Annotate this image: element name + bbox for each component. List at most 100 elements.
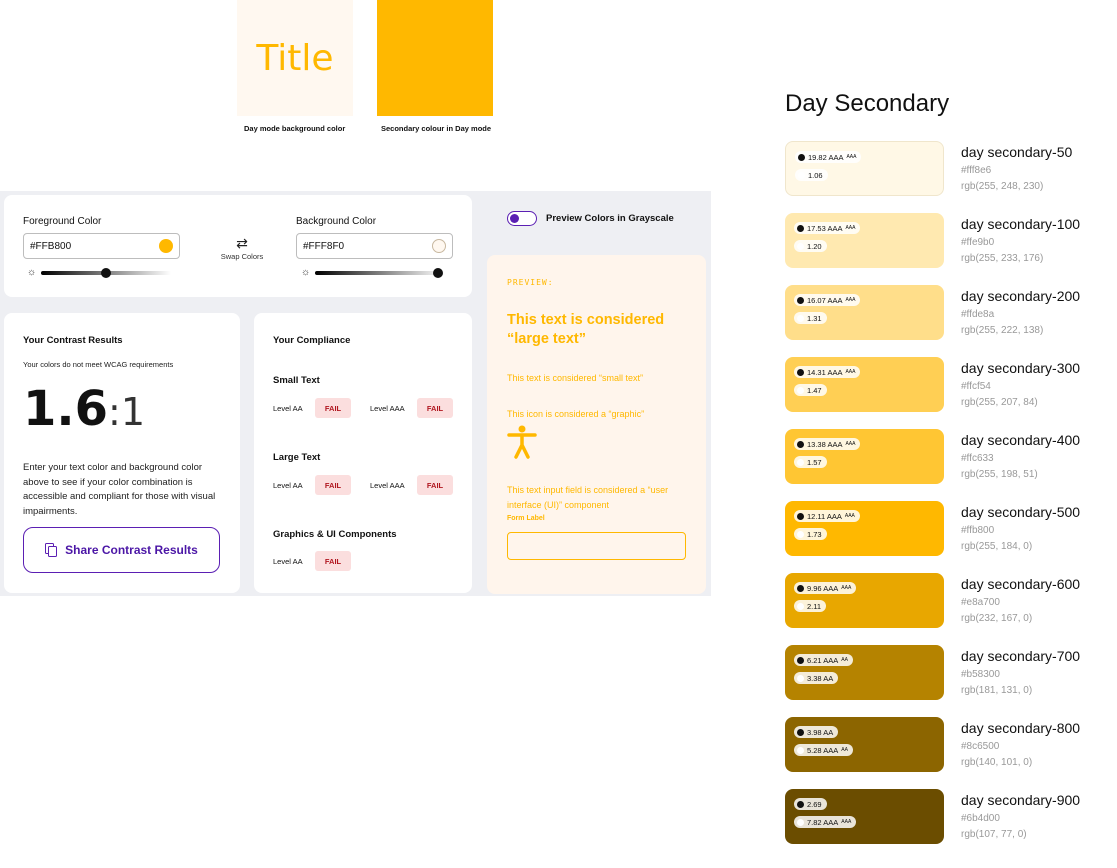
dark-text-contrast-chip: 19.82 AAA AAA <box>795 151 862 163</box>
palette-swatch[interactable]: 3.98 AA 5.28 AAA AA <box>785 717 944 772</box>
contrast-ratio-text: 6.21 AAA <box>807 655 839 665</box>
results-status: Your colors do not meet WCAG requirement… <box>23 360 174 369</box>
palette-swatch[interactable]: 2.69 7.82 AAA AAA <box>785 789 944 844</box>
swatch-rgb: rgb(255, 198, 51) <box>961 469 1038 480</box>
background-input[interactable]: #FFF8F0 <box>296 233 453 259</box>
sun-icon: ☼ <box>27 267 37 278</box>
title-sample: Title <box>256 37 334 79</box>
contrast-ratio-text: 2.11 <box>807 601 822 611</box>
contrast-dot-icon <box>797 512 804 520</box>
dark-text-contrast-chip: 14.31 AAA AAA <box>794 366 861 378</box>
palette-swatch[interactable]: 9.96 AAA AAA 2.11 <box>785 573 944 628</box>
foreground-value: #FFB800 <box>30 240 72 252</box>
contrast-checker: Foreground Color #FFB800 ☼ ⇄ Swap Colors… <box>0 191 711 596</box>
swatch-rgb: rgb(255, 184, 0) <box>961 541 1033 552</box>
grayscale-toggle[interactable] <box>507 211 537 226</box>
swap-colors-button[interactable]: ⇄ Swap Colors <box>211 236 273 261</box>
palette-swatch[interactable]: 19.82 AAA AAA 1.06 <box>785 141 944 196</box>
preview-small-text: This text is considered “small text” <box>507 373 644 383</box>
swatch-hex: #ffe9b0 <box>961 237 995 248</box>
swatch-caption-bg: Day mode background color <box>244 124 346 133</box>
grayscale-toggle-label: Preview Colors in Grayscale <box>546 213 674 224</box>
swatch-name: day secondary-800 <box>961 720 1081 736</box>
share-label: Share Contrast Results <box>65 543 198 557</box>
contrast-ratio-text: 2.69 <box>807 799 822 809</box>
swap-label: Swap Colors <box>220 252 264 261</box>
preview-form-label: Form Label <box>507 515 545 522</box>
contrast-dot-icon <box>797 440 804 448</box>
swatch-name: day secondary-50 <box>961 144 1073 160</box>
background-value: #FFF8F0 <box>303 240 345 252</box>
dark-text-contrast-chip: 2.69 <box>794 798 827 810</box>
swatch-hex: #8c6500 <box>961 741 1000 752</box>
contrast-dot-icon <box>797 368 804 376</box>
foreground-color-dot[interactable] <box>159 239 173 253</box>
light-text-contrast-chip: 3.38 AA <box>794 672 839 684</box>
graphics-aa-label: Level AA <box>273 557 303 566</box>
contrast-ratio: 1.6:1 <box>23 381 146 437</box>
swatch-hex: #ffc633 <box>961 453 994 464</box>
slider-track[interactable] <box>315 268 446 278</box>
dark-text-contrast-chip: 3.98 AA <box>794 726 839 738</box>
graphics-heading: Graphics & UI Components <box>273 529 397 540</box>
contrast-ratio-text: 14.31 AAA <box>807 367 843 377</box>
compliance-card: Your Compliance Small Text Level AA FAIL… <box>254 313 472 593</box>
rating-superscript: AA <box>841 657 848 663</box>
light-text-contrast-chip: 1.20 <box>794 240 827 252</box>
palette-swatch[interactable]: 6.21 AAA AA 3.38 AA <box>785 645 944 700</box>
preview-label: PREVIEW: <box>507 278 554 287</box>
contrast-ratio-text: 3.38 AA <box>807 673 834 683</box>
light-text-contrast-chip: 1.31 <box>794 312 827 324</box>
contrast-dot-icon <box>797 314 804 322</box>
rating-superscript: AAA <box>846 154 857 160</box>
slider-thumb[interactable] <box>433 268 444 278</box>
light-text-contrast-chip: 1.47 <box>794 384 827 396</box>
foreground-input[interactable]: #FFB800 <box>23 233 180 259</box>
slider-track[interactable] <box>41 268 172 278</box>
contrast-dot-icon <box>797 818 804 826</box>
share-results-button[interactable]: Share Contrast Results <box>23 527 220 573</box>
swatch-name: day secondary-400 <box>961 432 1081 448</box>
palette-swatch[interactable]: 16.07 AAA AAA 1.31 <box>785 285 944 340</box>
contrast-dot-icon <box>797 224 804 232</box>
dark-text-contrast-chip: 12.11 AAA AAA <box>794 510 860 522</box>
contrast-dot-icon <box>798 171 805 179</box>
swatch-rgb: rgb(107, 77, 0) <box>961 829 1027 840</box>
contrast-ratio-text: 16.07 AAA <box>807 295 843 305</box>
preview-card: PREVIEW: This text is considered “large … <box>487 255 706 594</box>
swatch-hex: #ffb800 <box>961 525 995 536</box>
preview-large-text: This text is considered “large text” <box>507 312 665 347</box>
palette-swatch[interactable]: 12.11 AAA AAA 1.73 <box>785 501 944 556</box>
foreground-brightness-slider[interactable]: ☼ <box>27 267 172 278</box>
dark-text-contrast-chip: 13.38 AAA AAA <box>794 438 861 450</box>
contrast-results-card: Your Contrast Results Your colors do not… <box>4 313 240 593</box>
swatch-name: day secondary-500 <box>961 504 1081 520</box>
contrast-ratio-text: 1.57 <box>807 457 822 467</box>
swatch-hex: #ffcf54 <box>961 381 991 392</box>
contrast-ratio-text: 1.20 <box>807 241 822 251</box>
slider-thumb[interactable] <box>101 268 112 278</box>
contrast-ratio-text: 7.82 AAA <box>807 817 839 827</box>
palette-swatch[interactable]: 14.31 AAA AAA 1.47 <box>785 357 944 412</box>
contrast-dot-icon <box>797 242 804 250</box>
graphics-aa-fail-badge: FAIL <box>315 551 351 571</box>
preview-text-input[interactable] <box>507 532 686 560</box>
contrast-ratio-text: 1.31 <box>807 313 822 323</box>
background-color-dot[interactable] <box>432 239 446 253</box>
swatch-hex: #fff8e6 <box>961 165 992 176</box>
swatch-rgb: rgb(140, 101, 0) <box>961 757 1033 768</box>
contrast-dot-icon <box>797 674 804 682</box>
light-text-contrast-chip: 7.82 AAA AAA <box>794 816 857 828</box>
sun-icon: ☼ <box>301 267 311 278</box>
dark-text-contrast-chip: 6.21 AAA AA <box>794 654 853 666</box>
palette-swatch[interactable]: 13.38 AAA AAA 1.57 <box>785 429 944 484</box>
contrast-ratio-text: 1.06 <box>808 170 823 180</box>
copy-icon <box>45 543 58 557</box>
small-aaa-label: Level AAA <box>370 404 405 413</box>
palette-title: Day Secondary <box>785 90 950 117</box>
swap-arrows-icon: ⇄ <box>236 235 248 251</box>
palette-swatch[interactable]: 17.53 AAA AAA 1.20 <box>785 213 944 268</box>
background-brightness-slider[interactable]: ☼ <box>301 267 446 278</box>
dark-text-contrast-chip: 9.96 AAA AAA <box>794 582 857 594</box>
contrast-dot-icon <box>797 296 804 304</box>
